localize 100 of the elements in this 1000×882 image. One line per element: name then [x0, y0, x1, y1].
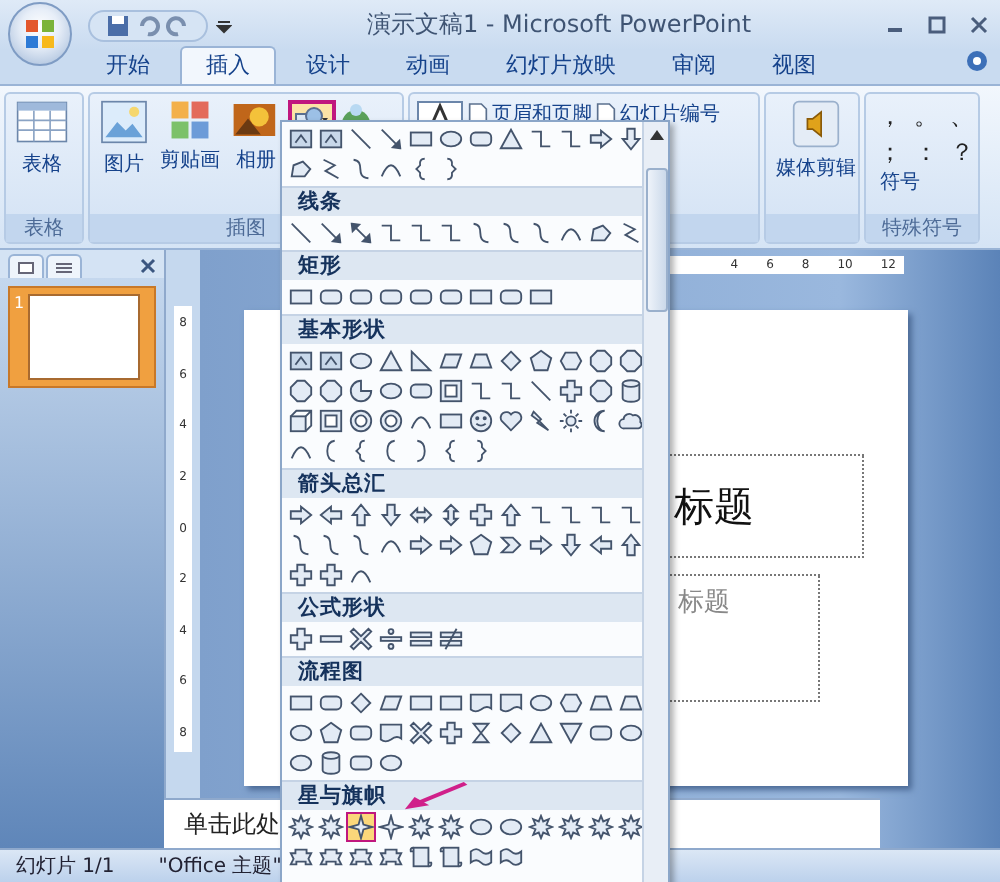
pie-icon[interactable] [346, 376, 376, 406]
ribbon-tab[interactable]: 开始 [80, 46, 176, 84]
ring-icon[interactable] [376, 406, 406, 436]
octagon-icon[interactable] [586, 376, 616, 406]
right-arrow-icon[interactable] [436, 530, 466, 560]
symbol-button[interactable]: ； [872, 136, 908, 168]
line-icon[interactable] [346, 124, 376, 154]
triangle-icon[interactable] [496, 124, 526, 154]
text-box-icon[interactable] [286, 124, 316, 154]
down-arrow-icon[interactable] [616, 124, 642, 154]
scroll-up-icon[interactable] [649, 130, 663, 140]
ribbon-tab[interactable]: 动画 [380, 46, 476, 84]
document-icon[interactable] [376, 718, 406, 748]
burst-icon[interactable] [586, 812, 616, 842]
multiply-icon[interactable] [346, 624, 376, 654]
slides-tab[interactable] [8, 254, 44, 278]
burst-icon[interactable] [556, 812, 586, 842]
octagon-icon[interactable] [316, 376, 346, 406]
table-button[interactable]: 表格 [12, 100, 72, 214]
office-button[interactable] [8, 1, 72, 65]
right-arrow-icon[interactable] [286, 500, 316, 530]
ribbon-tab[interactable]: 视图 [746, 46, 842, 84]
close-icon[interactable] [140, 258, 156, 274]
text-box-icon[interactable] [316, 124, 346, 154]
arrow-icon[interactable] [376, 124, 406, 154]
cube-icon[interactable] [286, 406, 316, 436]
customize-menu-icon[interactable] [216, 17, 232, 33]
right-arrow-icon[interactable] [406, 530, 436, 560]
multiply-icon[interactable] [406, 718, 436, 748]
octagon-icon[interactable] [286, 376, 316, 406]
symbol-menu-button[interactable]: 符号 [880, 168, 920, 196]
plus-icon[interactable] [556, 376, 586, 406]
burst-icon[interactable] [616, 812, 642, 842]
pentagon-icon[interactable] [526, 346, 556, 376]
line-icon[interactable] [526, 376, 556, 406]
sun-icon[interactable] [556, 406, 586, 436]
arrow-icon[interactable] [316, 218, 346, 248]
save-icon[interactable] [106, 13, 130, 37]
undo-icon[interactable] [136, 13, 160, 37]
heart-icon[interactable] [496, 406, 526, 436]
plus-icon[interactable] [286, 624, 316, 654]
burst-icon[interactable] [436, 812, 466, 842]
maximize-icon[interactable] [928, 16, 946, 34]
text-box-icon[interactable] [286, 346, 316, 376]
burst-icon[interactable] [316, 812, 346, 842]
ribbon-tab[interactable]: 设计 [280, 46, 376, 84]
pentagon-icon[interactable] [316, 718, 346, 748]
ribbon-tab[interactable]: 审阅 [646, 46, 742, 84]
plus-icon[interactable] [436, 718, 466, 748]
frame-icon[interactable] [316, 406, 346, 436]
divide-icon[interactable] [376, 624, 406, 654]
picture-button[interactable]: 图片 [96, 100, 152, 214]
down-arrow-icon[interactable] [556, 530, 586, 560]
outline-tab[interactable] [46, 254, 82, 278]
triangle-icon[interactable] [526, 718, 556, 748]
ribbon-tab[interactable]: 插入 [180, 46, 276, 84]
triangle-icon[interactable] [376, 346, 406, 376]
plus-icon[interactable] [286, 560, 316, 590]
can-icon[interactable] [316, 748, 346, 778]
media-button[interactable]: 媒体剪辑 [772, 100, 860, 214]
scroll-icon[interactable] [406, 842, 436, 872]
help-icon[interactable] [966, 50, 988, 72]
document-icon[interactable] [496, 688, 526, 718]
scroll-thumb[interactable] [645, 168, 667, 312]
left-arrow-icon[interactable] [316, 500, 346, 530]
octagon-icon[interactable] [616, 346, 642, 376]
scrollbar[interactable] [642, 122, 668, 882]
star-icon[interactable] [376, 812, 406, 842]
burst-icon[interactable] [286, 812, 316, 842]
symbol-button[interactable]: 、 [944, 100, 980, 132]
ring-icon[interactable] [346, 406, 376, 436]
symbol-button[interactable]: ： [908, 136, 944, 168]
clipart-button[interactable]: 剪贴画 [156, 100, 224, 214]
hourglass-icon[interactable] [466, 718, 496, 748]
down-triangle-icon[interactable] [556, 718, 586, 748]
plus-icon[interactable] [466, 500, 496, 530]
smiley-icon[interactable] [466, 406, 496, 436]
up-arrow-icon[interactable] [346, 500, 376, 530]
symbol-button[interactable]: ？ [944, 136, 980, 168]
up-arrow-icon[interactable] [496, 500, 526, 530]
plus-icon[interactable] [316, 560, 346, 590]
ribbon-tab[interactable]: 幻灯片放映 [480, 46, 642, 84]
burst-icon[interactable] [526, 812, 556, 842]
close-icon[interactable] [970, 16, 988, 34]
hexagon-icon[interactable] [556, 346, 586, 376]
frame-icon[interactable] [436, 376, 466, 406]
star-icon[interactable] [346, 812, 376, 842]
symbol-button[interactable]: ， [872, 100, 908, 132]
down-arrow-icon[interactable] [376, 500, 406, 530]
text-box-icon[interactable] [316, 346, 346, 376]
symbol-button[interactable]: 。 [908, 100, 944, 132]
right-arrow-icon[interactable] [586, 124, 616, 154]
double-arrow-icon[interactable] [346, 218, 376, 248]
left-arrow-icon[interactable] [586, 530, 616, 560]
line-icon[interactable] [286, 218, 316, 248]
up-arrow-icon[interactable] [616, 530, 642, 560]
right-arrow-icon[interactable] [526, 530, 556, 560]
burst-icon[interactable] [406, 812, 436, 842]
octagon-icon[interactable] [586, 346, 616, 376]
diamond-icon[interactable] [496, 718, 526, 748]
